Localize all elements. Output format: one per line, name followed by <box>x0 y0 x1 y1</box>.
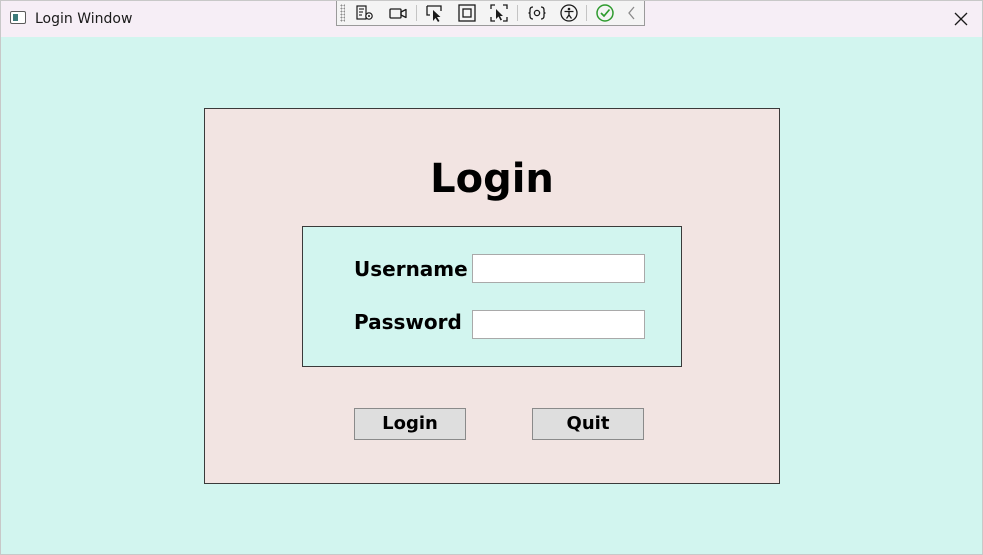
collapse-toolbar-icon[interactable] <box>621 3 643 23</box>
password-label: Password <box>354 310 462 334</box>
binding-failures-icon[interactable] <box>525 3 547 23</box>
username-input[interactable] <box>472 254 645 283</box>
accessibility-icon[interactable] <box>557 3 579 23</box>
live-visual-tree-icon[interactable] <box>353 3 375 23</box>
login-heading: Login <box>430 156 554 202</box>
track-focused-element-icon[interactable] <box>487 3 509 23</box>
debug-toolbar <box>336 1 645 26</box>
app-window-icon <box>10 11 26 24</box>
toolbar-separator <box>517 5 518 21</box>
credentials-box: Username Password <box>302 226 682 367</box>
login-window: Login Window Login Username Password Log… <box>0 0 983 555</box>
select-element-icon[interactable] <box>423 3 445 23</box>
close-icon <box>954 12 968 26</box>
toolbar-separator <box>586 5 587 21</box>
title-bar: Login Window <box>1 1 982 37</box>
login-button[interactable]: Login <box>354 408 466 440</box>
display-layout-adorners-icon[interactable] <box>455 3 477 23</box>
record-video-icon[interactable] <box>386 3 408 23</box>
check-icon[interactable] <box>593 3 615 23</box>
quit-button[interactable]: Quit <box>532 408 644 440</box>
toolbar-grip-icon[interactable] <box>340 4 345 22</box>
close-button[interactable] <box>937 1 982 37</box>
window-title: Login Window <box>35 11 133 27</box>
username-label: Username <box>354 257 468 281</box>
login-panel: Login Username Password Login Quit <box>204 108 780 484</box>
password-input[interactable] <box>472 310 645 339</box>
toolbar-separator <box>416 5 417 21</box>
